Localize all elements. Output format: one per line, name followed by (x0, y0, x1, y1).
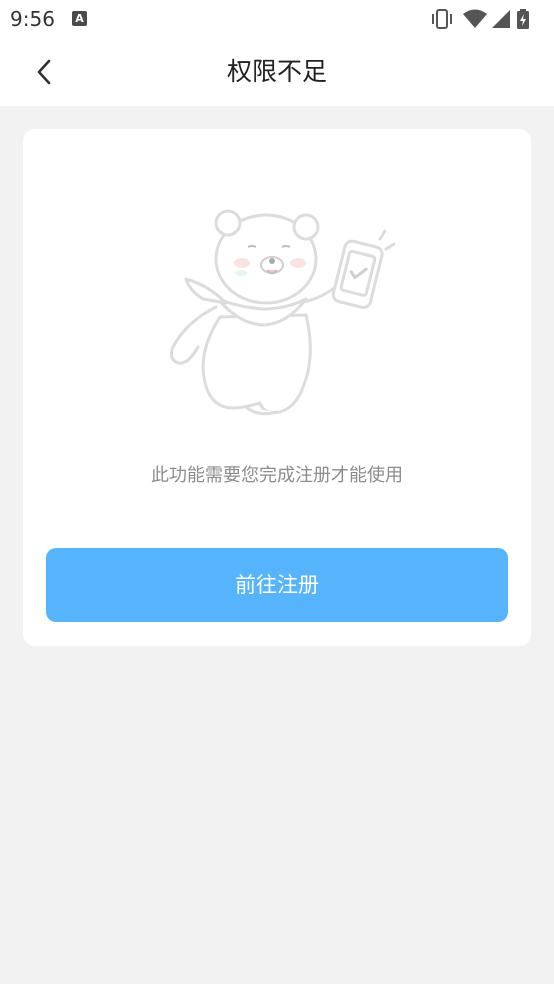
page-title: 权限不足 (226, 57, 327, 86)
bear-holding-phone-illustration (169, 209, 396, 416)
vibrate-icon (432, 9, 452, 29)
permission-message: 此功能需要您完成注册才能使用 (151, 465, 403, 486)
signal-icon (492, 10, 510, 28)
status-bar: 9:56 A (0, 0, 554, 38)
nav-bar: 权限不足 (0, 38, 554, 106)
status-time: 9:56 (10, 7, 55, 31)
permission-card: 此功能需要您完成注册才能使用 前往注册 (23, 129, 531, 646)
wifi-icon (463, 9, 487, 28)
chevron-left-icon (37, 59, 51, 85)
notification-app-icon: A (72, 11, 87, 26)
back-button[interactable] (24, 48, 64, 96)
battery-charging-icon (517, 9, 529, 29)
status-icons (430, 8, 540, 30)
go-register-button[interactable]: 前往注册 (46, 548, 508, 622)
